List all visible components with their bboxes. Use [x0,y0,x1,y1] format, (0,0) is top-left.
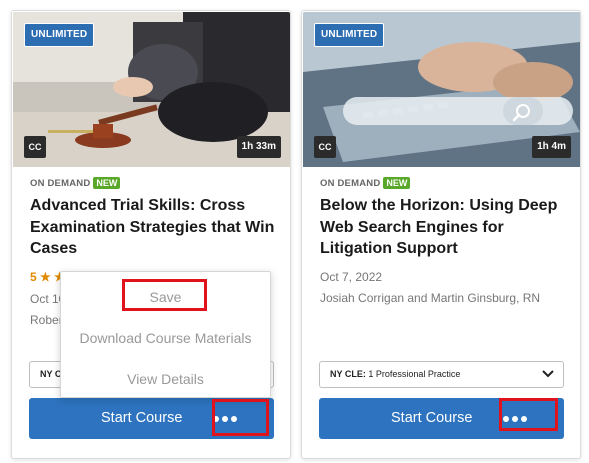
search-icon [511,102,533,124]
menu-item-save[interactable]: Save [61,289,270,305]
format-label: ON DEMAND [320,177,381,189]
duration-badge: 1h 4m [532,136,571,158]
course-author: Rober [30,313,63,327]
cle-category: 1 Professional Practice [368,369,461,379]
course-card: UNLIMITED CC 1h 4m ON DEMAND NEW Below t… [301,10,581,459]
course-title[interactable]: Advanced Trial Skills: Cross Examination… [30,195,280,260]
closed-captions-badge: CC [314,136,336,158]
format-label: ON DEMAND [30,177,91,189]
duration-badge: 1h 33m [236,136,281,158]
menu-item-view-details[interactable]: View Details [61,371,270,387]
closed-captions-badge: CC [24,136,46,158]
menu-item-download-materials[interactable]: Download Course Materials [61,330,270,346]
ellipsis-icon [503,415,527,422]
more-options-button[interactable] [195,399,255,438]
cle-state: NY CLE: [330,369,366,379]
course-author: Josiah Corrigan and Martin Ginsburg, RN [320,291,541,305]
new-badge: NEW [93,177,121,189]
chevron-down-icon [542,370,554,378]
more-options-button[interactable] [485,399,545,438]
unlimited-badge: UNLIMITED [314,23,385,47]
course-thumbnail[interactable]: UNLIMITED CC 1h 33m [13,12,290,167]
course-thumbnail[interactable]: UNLIMITED CC 1h 4m [303,12,580,167]
course-title[interactable]: Below the Horizon: Using Deep Web Search… [320,195,570,260]
course-date: Oct 7, 2022 [320,270,383,284]
cle-state: NY C [40,369,62,379]
unlimited-badge: UNLIMITED [24,23,95,47]
course-meta: ON DEMAND NEW [320,177,411,189]
course-meta: ON DEMAND NEW [30,177,121,189]
more-options-menu: Save Download Course Materials View Deta… [60,271,271,398]
new-badge: NEW [383,177,411,189]
ellipsis-icon [213,415,237,422]
cle-credit-select[interactable]: NY CLE: 1 Professional Practice [319,361,564,388]
